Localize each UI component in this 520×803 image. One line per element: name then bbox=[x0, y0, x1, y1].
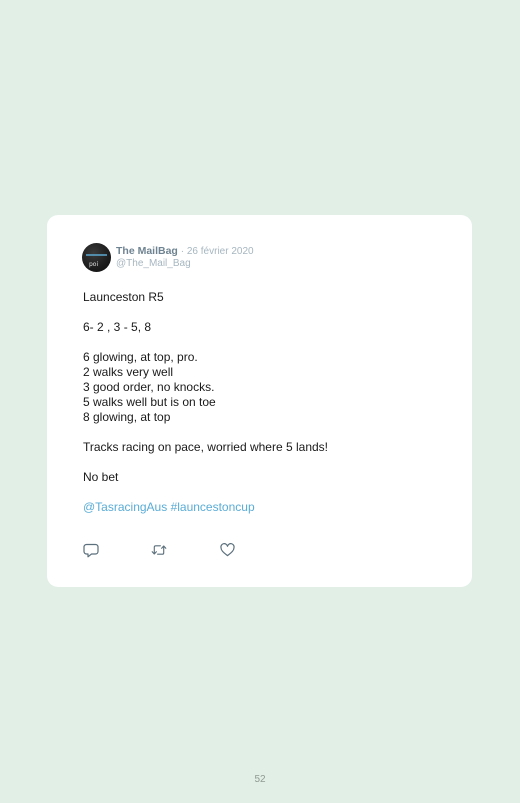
tweet-tags: @TasracingAus #launcestoncup bbox=[83, 500, 443, 515]
avatar-stripe bbox=[86, 254, 107, 256]
tweet-title-line: Launceston R5 bbox=[83, 290, 164, 304]
tweet-note: 5 walks well but is on toe bbox=[83, 395, 216, 409]
tweet-notes: 6 glowing, at top, pro. 2 walks very wel… bbox=[83, 350, 443, 425]
tweet-note: 6 glowing, at top, pro. bbox=[83, 350, 198, 364]
retweet-button[interactable] bbox=[151, 542, 167, 558]
reply-button[interactable] bbox=[83, 542, 99, 558]
tweet-date[interactable]: · 26 février 2020 bbox=[181, 246, 254, 257]
user-handle[interactable]: @The_Mail_Bag bbox=[116, 258, 254, 270]
like-button[interactable] bbox=[219, 542, 235, 558]
avatar[interactable]: poi bbox=[82, 243, 111, 272]
mention-link[interactable]: @TasracingAus bbox=[83, 500, 167, 514]
avatar-label: poi bbox=[89, 261, 99, 268]
user-line: The MailBag · 26 février 2020 bbox=[116, 245, 254, 258]
tweet-actions bbox=[83, 542, 287, 558]
page-number: 52 bbox=[254, 774, 266, 785]
hashtag-link[interactable]: #launcestoncup bbox=[171, 500, 255, 514]
tweet-bet-line: No bet bbox=[83, 470, 119, 484]
reply-icon bbox=[83, 543, 99, 557]
display-name[interactable]: The MailBag bbox=[116, 245, 178, 257]
user-block: The MailBag · 26 février 2020 @The_Mail_… bbox=[116, 245, 254, 270]
tweet-header: poi The MailBag · 26 février 2020 @The_M… bbox=[82, 243, 254, 273]
tweet-comment-line: Tracks racing on pace, worried where 5 l… bbox=[83, 440, 329, 454]
tweet-body: Launceston R5 6- 2 , 3 - 5, 8 6 glowing,… bbox=[83, 290, 443, 530]
heart-icon bbox=[219, 543, 235, 557]
retweet-icon bbox=[151, 545, 167, 555]
tweet-card: poi The MailBag · 26 février 2020 @The_M… bbox=[47, 215, 472, 587]
tweet-note: 3 good order, no knocks. bbox=[83, 380, 215, 394]
tweet-note: 2 walks very well bbox=[83, 365, 174, 379]
tweet-selection-line: 6- 2 , 3 - 5, 8 bbox=[83, 320, 152, 334]
tweet-note: 8 glowing, at top bbox=[83, 410, 171, 424]
